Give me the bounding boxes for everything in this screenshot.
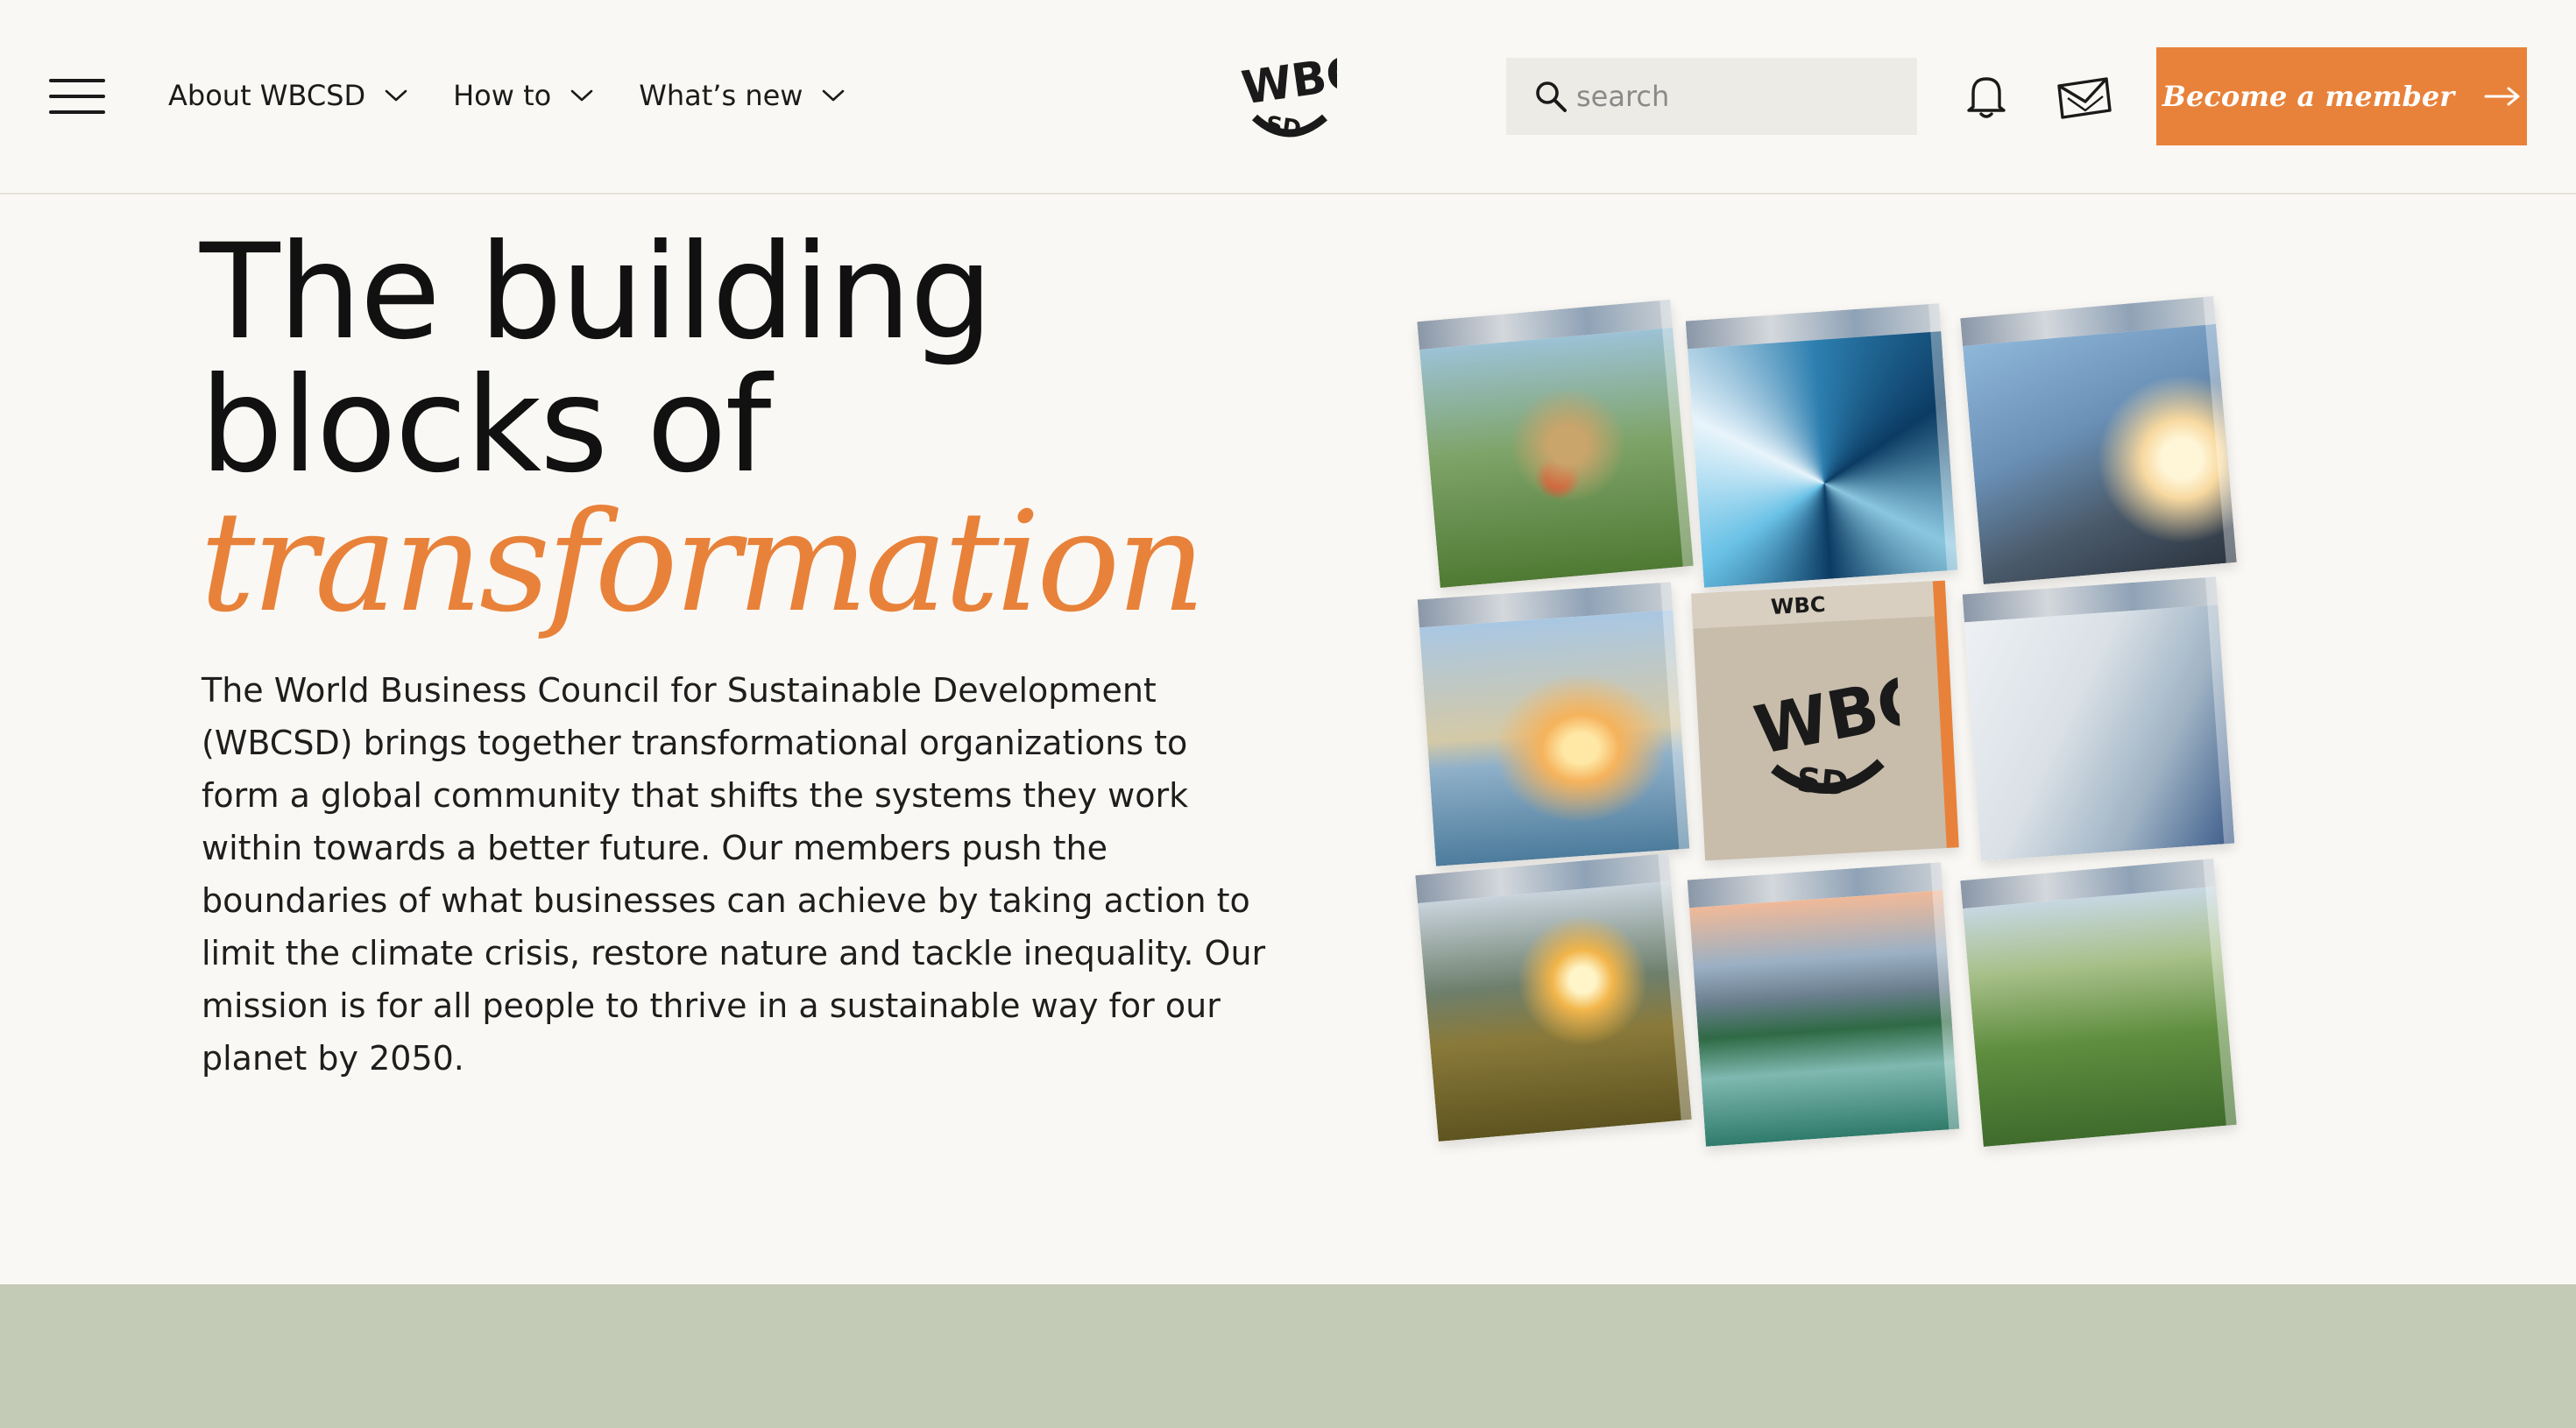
nav-item-whats-new[interactable]: What’s new [639, 79, 845, 112]
chevron-down-icon [823, 89, 845, 102]
wbcsd-logo-mark: WBC SD [1748, 660, 1904, 803]
nav-item-label: What’s new [639, 79, 803, 112]
collage-image-light-tunnel [1685, 303, 1958, 588]
collage-image-rice-terraces [1415, 852, 1692, 1142]
bell-icon[interactable] [1964, 74, 2008, 119]
hero-title-line: The building [200, 216, 993, 369]
wbcsd-logo-small: WBC [1770, 592, 1826, 619]
nav-item-how-to[interactable]: How to [453, 79, 593, 112]
chevron-down-icon [570, 89, 593, 102]
svg-text:WBC: WBC [1241, 46, 1337, 115]
main-nav: About WBCSD How to What’s new [168, 74, 890, 117]
hero-title: The building blocks of transformation [200, 216, 1339, 643]
hero-title-accent: transformation [200, 482, 1206, 643]
cta-label: Become a member [2162, 80, 2455, 113]
nav-item-label: About WBCSD [168, 79, 366, 112]
hero-description: The World Business Council for Sustainab… [202, 671, 1266, 1078]
svg-text:WBC: WBC [1770, 592, 1826, 619]
collage-image-farmer [1417, 299, 1694, 589]
nav-item-about[interactable]: About WBCSD [168, 79, 407, 112]
search-icon [1536, 81, 1567, 112]
hero-title-line: blocks of [200, 350, 771, 502]
svg-text:WBC: WBC [1748, 660, 1904, 769]
collage-image-green-fields [1960, 858, 2237, 1148]
become-member-button[interactable]: Become a member [2156, 47, 2527, 145]
search-input[interactable] [1576, 80, 1909, 113]
image-collage: WBC WBC SD [1402, 289, 2261, 1183]
svg-text:SD: SD [1264, 111, 1303, 142]
wbcsd-logo[interactable]: WBC SD [1241, 44, 1337, 149]
search-box[interactable] [1506, 58, 1917, 135]
collage-image-mountain-lake [1687, 862, 1960, 1147]
nav-item-label: How to [453, 79, 552, 112]
chevron-down-icon [385, 89, 407, 102]
collage-image-scientist [1962, 576, 2235, 861]
collage-image-sunset-water [1417, 582, 1690, 866]
site-header: About WBCSD How to What’s new WBC SD sea… [0, 0, 2576, 194]
svg-text:SD: SD [1795, 760, 1851, 803]
collage-logo-cube: WBC WBC SD [1691, 580, 1959, 861]
arrow-right-icon [2484, 87, 2520, 106]
next-section-band [0, 1284, 2576, 1428]
collage-image-city-highway [1960, 295, 2237, 585]
menu-icon[interactable] [49, 79, 105, 114]
mail-icon[interactable] [2056, 75, 2113, 119]
